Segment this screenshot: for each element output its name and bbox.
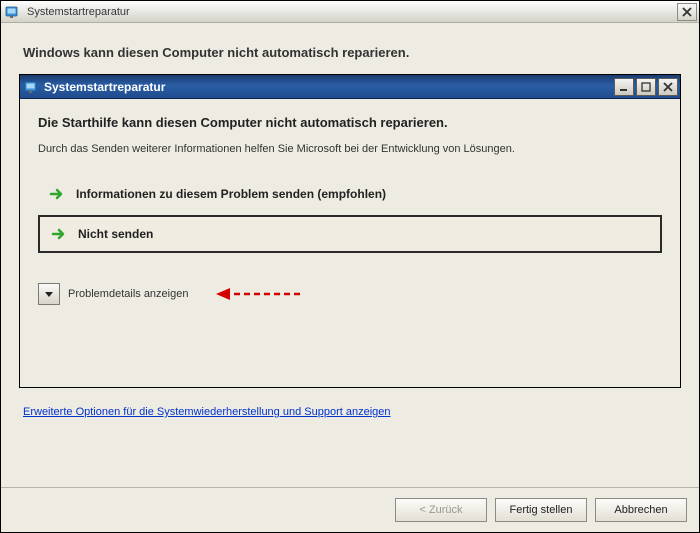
- option-send-info[interactable]: Informationen zu diesem Problem senden (…: [38, 177, 662, 211]
- details-label: Problemdetails anzeigen: [68, 288, 188, 300]
- option-do-not-send[interactable]: Nicht senden: [38, 215, 662, 253]
- annotation-arrow-icon: [212, 286, 302, 302]
- inner-body: Die Starthilfe kann diesen Computer nich…: [20, 99, 680, 387]
- inner-title: Systemstartreparatur: [44, 80, 612, 94]
- cancel-button[interactable]: Abbrechen: [595, 498, 687, 522]
- close-button[interactable]: [677, 3, 697, 21]
- details-row: Problemdetails anzeigen: [38, 283, 662, 305]
- outer-titlebar: Systemstartreparatur: [1, 1, 699, 23]
- repair-icon: [5, 4, 21, 20]
- maximize-button[interactable]: [636, 78, 656, 96]
- back-button: < Zurück: [395, 498, 487, 522]
- outer-heading: Windows kann diesen Computer nicht autom…: [23, 45, 677, 60]
- arrow-right-icon: [48, 185, 66, 203]
- inner-description: Durch das Senden weiterer Informationen …: [38, 142, 662, 157]
- option-nosend-label: Nicht senden: [78, 227, 153, 241]
- outer-window: Systemstartreparatur Windows kann diesen…: [0, 0, 700, 533]
- chevron-down-icon: [43, 288, 55, 300]
- arrow-right-icon: [50, 225, 68, 243]
- outer-body: Windows kann diesen Computer nicht autom…: [1, 23, 699, 487]
- footer: < Zurück Fertig stellen Abbrechen: [1, 487, 699, 532]
- repair-icon: [24, 79, 40, 95]
- close-button[interactable]: [658, 78, 678, 96]
- minimize-button[interactable]: [614, 78, 634, 96]
- inner-titlebar: Systemstartreparatur: [20, 75, 680, 99]
- expand-details-button[interactable]: [38, 283, 60, 305]
- advanced-options-link[interactable]: Erweiterte Optionen für die Systemwieder…: [23, 406, 677, 418]
- inner-heading: Die Starthilfe kann diesen Computer nich…: [38, 115, 662, 130]
- finish-button[interactable]: Fertig stellen: [495, 498, 587, 522]
- option-send-label: Informationen zu diesem Problem senden (…: [76, 187, 386, 201]
- inner-window: Systemstartreparatur Die Starthilfe kann…: [19, 74, 681, 388]
- outer-title: Systemstartreparatur: [25, 6, 675, 18]
